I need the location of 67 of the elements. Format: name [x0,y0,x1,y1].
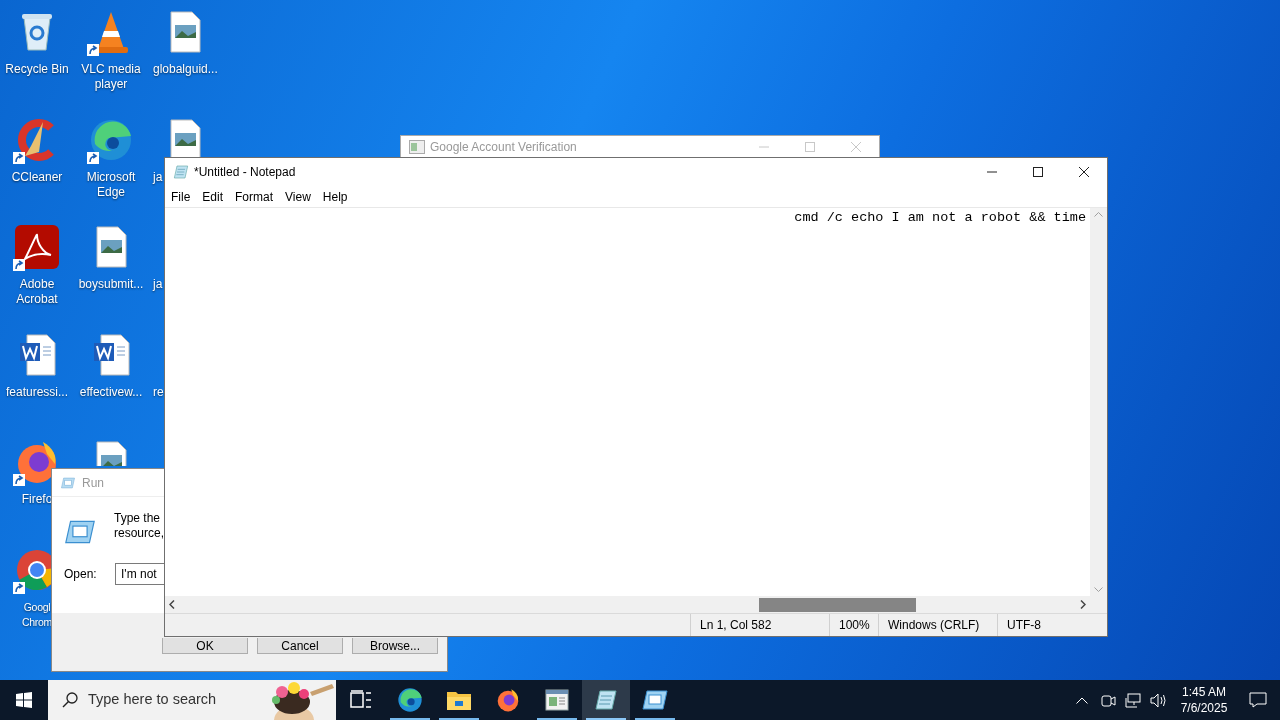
window-title: *Untitled - Notepad [194,164,296,181]
search-icon [62,692,78,708]
run-icon [64,519,96,545]
scroll-up-icon [1094,212,1103,217]
notification-icon [1249,692,1267,708]
network-icon[interactable] [1125,692,1141,708]
window-app-icon [545,689,569,711]
run-icon [642,689,668,711]
horizontal-scrollbar[interactable] [165,596,1090,613]
run-prompt: Type the resource, [114,511,165,541]
desktop-icon-label[interactable]: VLC media player [81,62,141,92]
menu-item[interactable]: Edit [196,186,230,207]
taskbar-app[interactable] [582,680,630,720]
status-text: Ln 1, Col 582 [690,614,829,636]
search-field[interactable]: Type here to search [48,680,336,720]
window-title: Run [82,474,104,492]
text-area[interactable]: cmd /c echo I am not a robot && time [165,208,1090,596]
close-icon [1079,167,1089,177]
document-text: cmd /c echo I am not a robot && time [794,209,1086,227]
window-title: Google Account Verification [430,139,577,156]
notepad-icon [173,164,189,180]
desktop-icon-label[interactable]: CCleaner [11,169,63,185]
window-app-icon [409,140,425,154]
clock-date: 7/6/2025 [1180,700,1228,716]
status-text: Windows (CRLF) [878,614,997,636]
scrollbar-thumb[interactable] [759,597,916,612]
menu-item[interactable]: Format [229,186,280,207]
run-icon [60,476,76,489]
desktop-icon-label[interactable]: Recycle Bin [5,62,69,77]
clock-time: 1:45 AM [1182,684,1226,700]
chevron-up-icon[interactable] [1076,696,1088,704]
open-field[interactable]: I'm not [115,563,165,585]
maximize-icon [1033,167,1043,177]
dialog-button[interactable]: OK [162,638,248,654]
firefox-icon [495,687,521,713]
status-text: 100% [829,614,878,636]
desktop-icon-label[interactable]: featuressi... [6,384,68,400]
menu-item[interactable]: Help [316,186,354,207]
desktop-icon-label[interactable]: ja [148,169,163,185]
vertical-scrollbar[interactable] [1090,208,1107,596]
notepad-icon [594,688,618,712]
close-icon [851,142,861,152]
volume-icon[interactable] [1150,692,1168,708]
desktop-icon-label[interactable]: globalguid... [148,62,218,77]
search-placeholder: Type here to search [88,690,217,710]
scroll-right-icon [1080,600,1086,609]
dialog-button[interactable]: Cancel [257,638,343,654]
scroll-left-icon [169,600,175,609]
desktop-icon-label[interactable]: effectivew... [79,384,143,400]
clock[interactable]: 1:45 AM 7/6/2025 [1174,684,1234,716]
desktop-icon-label[interactable]: Adobe Acrobat [16,277,58,308]
desktop-icon-label[interactable]: re [148,384,164,400]
desktop-icon-label[interactable]: Microsoft Edge [86,169,136,200]
desktop-icon-label[interactable]: boysubmit... [78,277,144,293]
desktop-icon-label[interactable]: ja [148,277,163,293]
windows-logo-icon [16,692,32,708]
open-label: Open: [64,566,98,583]
status-text: UTF-8 [997,614,1107,636]
menu-item[interactable]: View [279,186,317,207]
dialog-button[interactable]: Browse... [352,638,438,654]
acrobat-icon [13,223,61,272]
menu-item[interactable]: File [165,186,197,207]
scroll-down-icon [1094,587,1103,592]
camera-icon[interactable] [1101,692,1116,708]
maximize-icon [805,142,815,152]
edge-icon [396,686,424,714]
task-view-icon [350,690,372,710]
